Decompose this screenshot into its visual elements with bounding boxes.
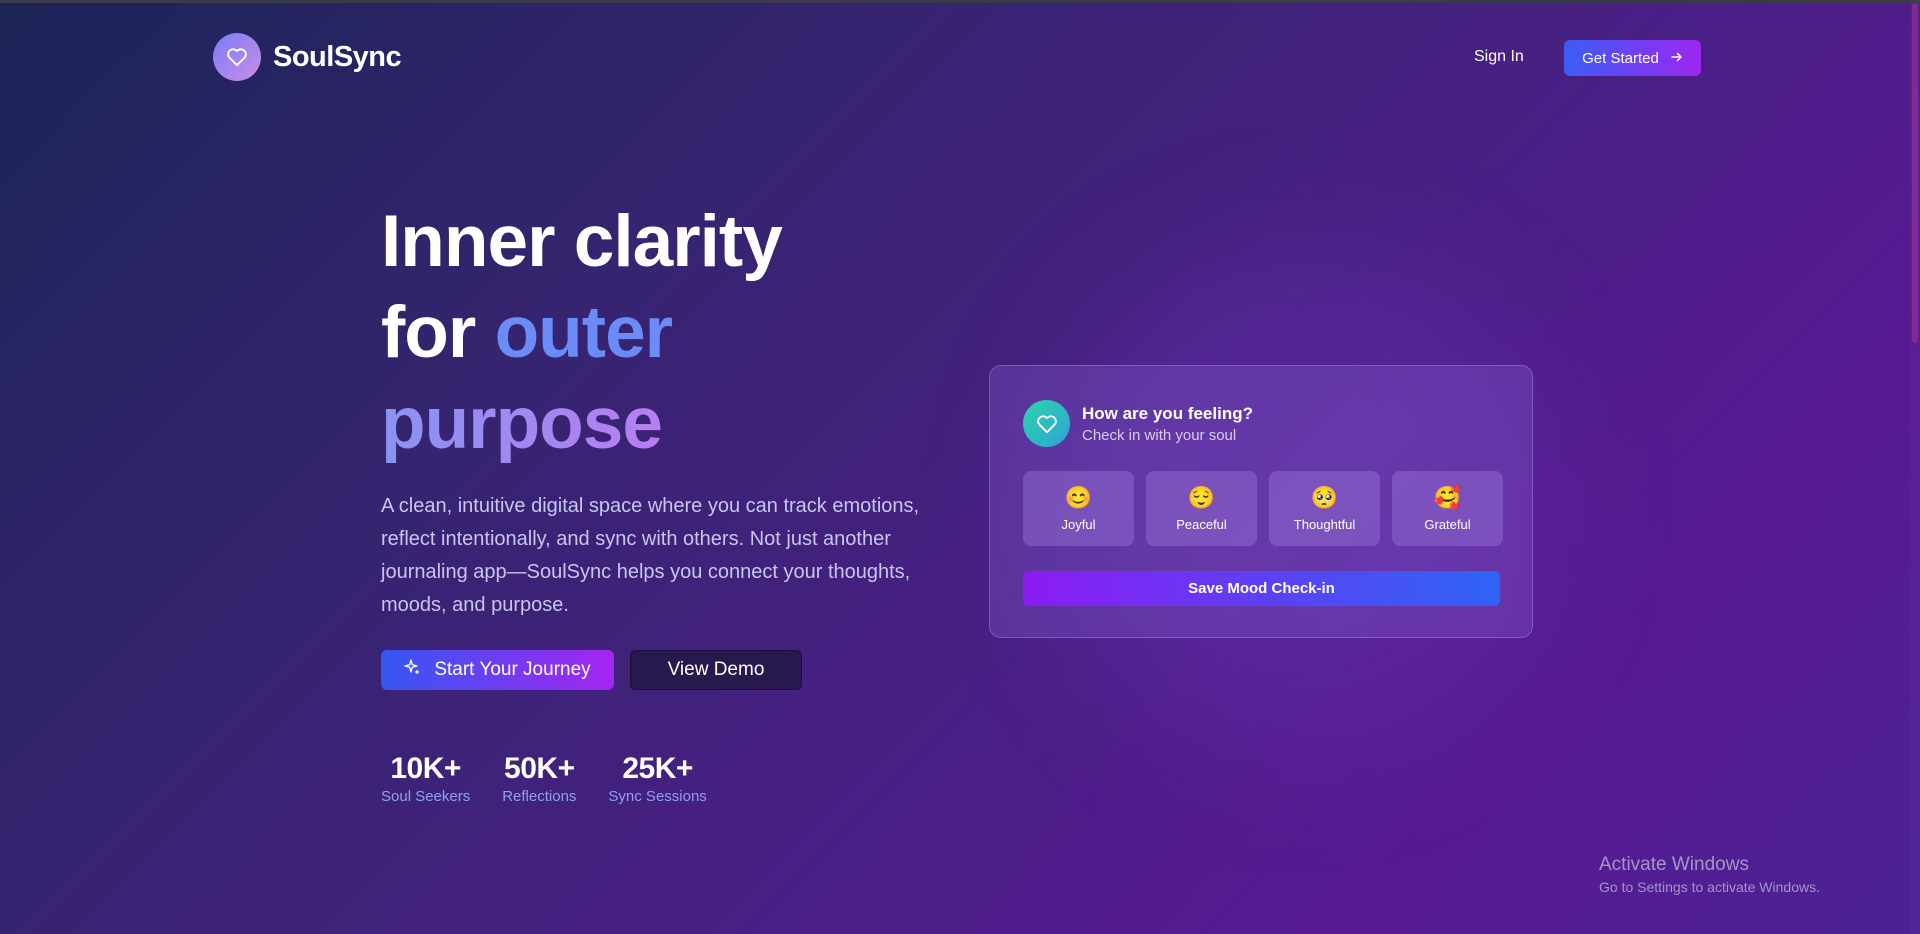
windows-activation-watermark: Activate Windows Go to Settings to activ…	[1599, 854, 1820, 895]
brand-name: SoulSync	[273, 40, 402, 73]
card-titles: How are you feeling? Check in with your …	[1082, 404, 1253, 444]
card-header: How are you feeling? Check in with your …	[1023, 400, 1253, 447]
start-journey-label: Start Your Journey	[434, 659, 591, 680]
page-scrollbar[interactable]	[1910, 0, 1920, 934]
stat-value: 25K+	[622, 752, 693, 785]
heart-icon	[1023, 400, 1070, 447]
headline-outer: outer	[494, 292, 673, 373]
hero-headline: Inner clarity for outer purpose	[381, 196, 783, 469]
stat-item: 50K+ Reflections	[502, 752, 576, 805]
hero-description: A clean, intuitive digital space where y…	[381, 495, 920, 616]
watermark-subtitle: Go to Settings to activate Windows.	[1599, 879, 1820, 895]
start-journey-button[interactable]: Start Your Journey	[381, 650, 614, 690]
smiling-face-icon: 😊	[1064, 485, 1093, 510]
brand-logo[interactable]: SoulSync	[213, 33, 402, 81]
mood-option-joyful[interactable]: 😊 Joyful	[1023, 471, 1134, 546]
card-subtitle: Check in with your soul	[1082, 426, 1237, 444]
stat-label: Sync Sessions	[608, 788, 707, 805]
stat-item: 10K+ Soul Seekers	[381, 752, 470, 805]
relieved-face-icon: 😌	[1187, 485, 1216, 510]
arrow-right-icon	[1671, 50, 1683, 67]
headline-for: for	[381, 292, 495, 373]
top-navigation: SoulSync Sign In Get Started	[213, 33, 1701, 83]
pleading-face-icon: 🥺	[1310, 485, 1339, 510]
watermark-title: Activate Windows	[1599, 854, 1749, 875]
mood-option-grateful[interactable]: 🥰 Grateful	[1392, 471, 1503, 546]
get-started-button[interactable]: Get Started	[1564, 40, 1701, 76]
mood-checkin-card: How are you feeling? Check in with your …	[989, 365, 1533, 638]
get-started-label: Get Started	[1582, 49, 1659, 67]
heart-icon	[213, 33, 261, 81]
headline-line-2: for outer	[381, 287, 782, 378]
mood-label: Joyful	[1061, 517, 1096, 532]
headline-line-3: purpose	[381, 378, 782, 469]
stat-value: 10K+	[390, 752, 461, 785]
sign-in-link[interactable]: Sign In	[1474, 48, 1524, 66]
stat-value: 50K+	[504, 752, 575, 785]
stat-label: Soul Seekers	[381, 788, 471, 805]
mood-option-thoughtful[interactable]: 🥺 Thoughtful	[1269, 471, 1380, 546]
headline-line-1: Inner clarity	[381, 201, 783, 282]
stat-label: Reflections	[502, 788, 577, 805]
stat-item: 25K+ Sync Sessions	[608, 752, 706, 805]
mood-label: Thoughtful	[1293, 517, 1356, 532]
headline-purpose: purpose	[381, 383, 663, 464]
view-demo-button[interactable]: View Demo	[630, 650, 802, 690]
card-title: How are you feeling?	[1082, 403, 1253, 423]
save-mood-button[interactable]: Save Mood Check-in	[1023, 571, 1500, 606]
mood-label: Peaceful	[1176, 517, 1227, 532]
window-top-border	[0, 0, 1920, 3]
mood-label: Grateful	[1424, 517, 1471, 532]
scrollbar-thumb[interactable]	[1912, 3, 1918, 343]
stats-row: 10K+ Soul Seekers 50K+ Reflections 25K+ …	[381, 752, 707, 805]
sparkle-icon	[404, 659, 420, 681]
hearts-face-icon: 🥰	[1433, 485, 1462, 510]
mood-option-peaceful[interactable]: 😌 Peaceful	[1146, 471, 1257, 546]
mood-options: 😊 Joyful 😌 Peaceful 🥺 Thoughtful 🥰 Grate…	[1023, 471, 1503, 546]
